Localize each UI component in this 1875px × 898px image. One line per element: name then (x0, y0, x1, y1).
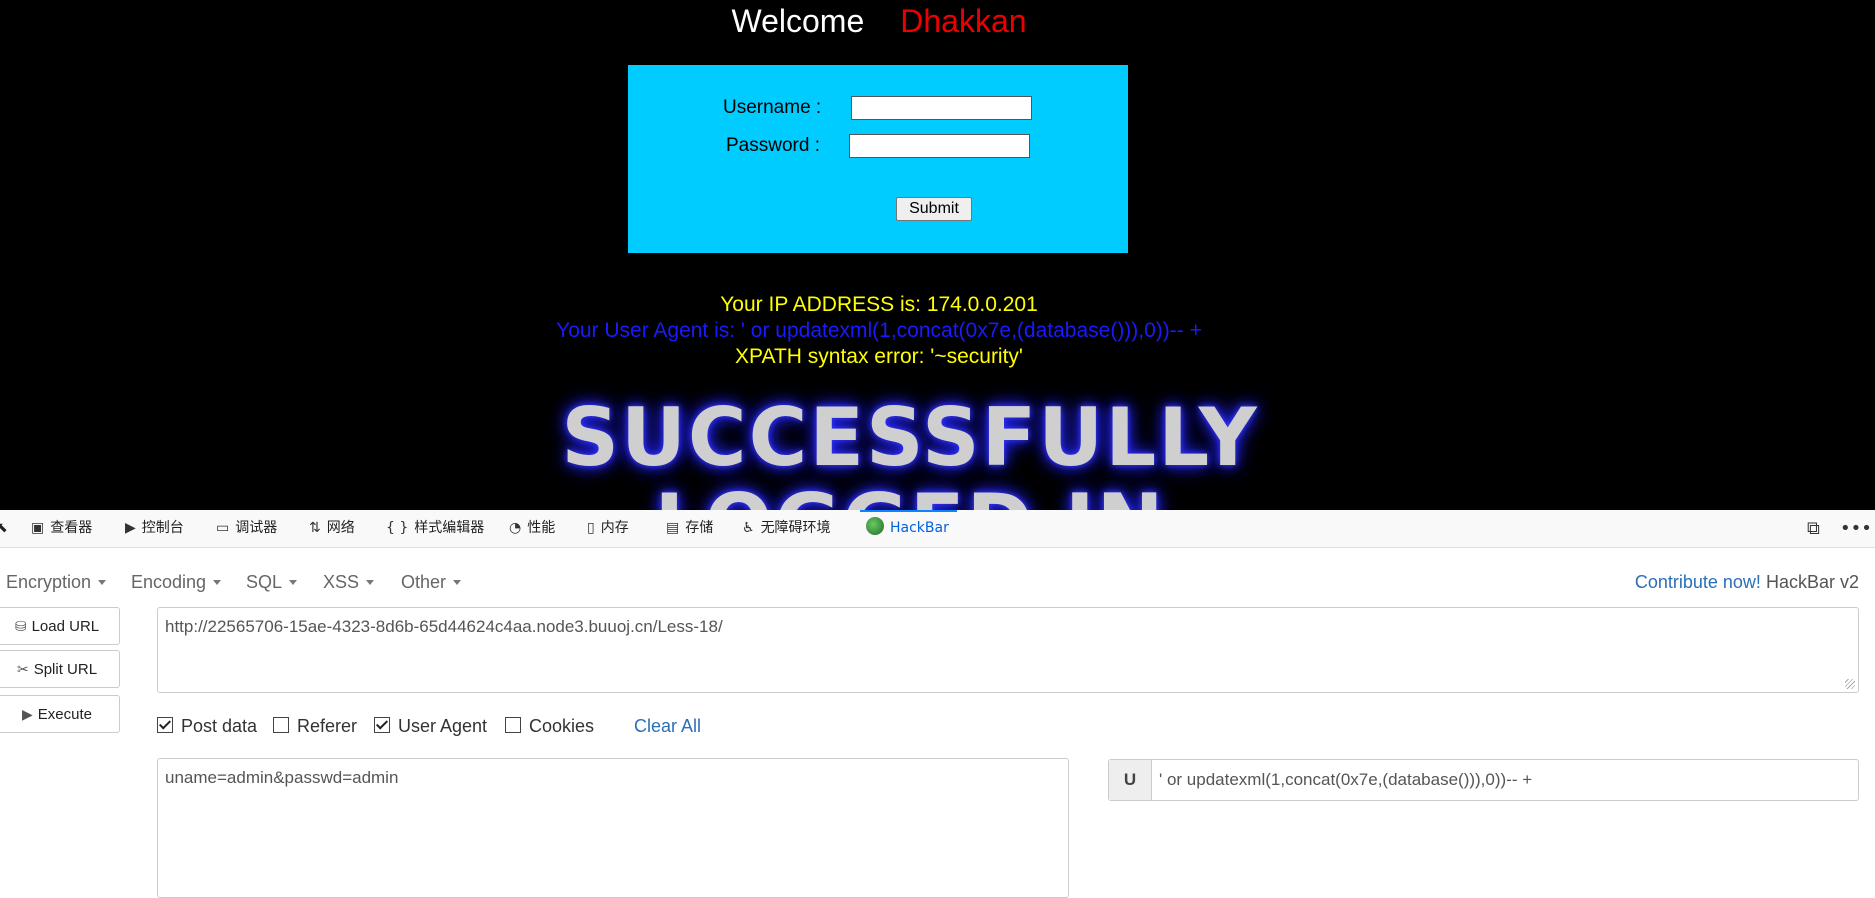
referer-checkbox[interactable]: Referer (273, 716, 357, 737)
performance-icon: ◔ (509, 520, 522, 536)
webpage-viewport: Welcome Dhakkan Username : Password : Sub… (0, 0, 1875, 510)
menu-encryption[interactable]: Encryption (6, 572, 107, 593)
user-agent-prefix: U (1109, 760, 1152, 800)
checkbox-unchecked-icon[interactable] (505, 717, 521, 733)
network-icon: ⇅ (309, 520, 321, 536)
menu-label: XSS (323, 572, 360, 592)
button-label: Execute (37, 706, 92, 723)
username-input[interactable] (851, 96, 1032, 120)
tab-accessibility[interactable]: ♿ 无障碍环境 (742, 510, 831, 547)
url-textarea[interactable]: http://22565706-15ae-4323-8d6b-65d44624c… (157, 607, 1859, 693)
play-icon: ▶ (22, 706, 33, 722)
execute-button[interactable]: ▶ Execute (0, 695, 120, 733)
post-data-checkbox[interactable]: Post data (157, 716, 257, 737)
welcome-text: Welcome (731, 3, 865, 39)
tab-storage[interactable]: ▤ 存储 (666, 510, 713, 547)
tab-label: 存储 (685, 520, 714, 536)
tab-label: 内存 (600, 520, 629, 536)
tab-hackbar[interactable]: HackBar (860, 510, 957, 547)
caret-down-icon (213, 580, 222, 585)
tab-label: 调试器 (235, 520, 278, 536)
split-url-button[interactable]: ✂ Split URL (0, 650, 120, 688)
welcome-heading: Welcome Dhakkan (0, 0, 1758, 42)
accessibility-icon: ♿ (742, 520, 755, 536)
password-input[interactable] (849, 134, 1030, 158)
resize-grip-icon[interactable] (1845, 679, 1855, 689)
tab-inspector[interactable]: ▣ 查看器 (31, 510, 92, 547)
contribute-area: Contribute now! HackBar v2 (1635, 572, 1859, 593)
tab-network[interactable]: ⇅ 网络 (309, 510, 355, 547)
menu-sql[interactable]: SQL (246, 572, 298, 593)
style-editor-icon: { } (386, 520, 409, 536)
checkbox-label: User Agent (398, 716, 488, 736)
debugger-icon: ▭ (216, 520, 230, 536)
tab-performance[interactable]: ◔ 性能 (509, 510, 555, 547)
url-value: http://22565706-15ae-4323-8d6b-65d44624c… (165, 617, 723, 636)
button-label: Load URL (31, 618, 100, 635)
checkbox-label: Referer (297, 716, 358, 736)
submit-button[interactable]: Submit (896, 197, 972, 221)
devtools-tabbar: ⬉ ▣ 查看器 ▶ 控制台 ▭ 调试器 ⇅ 网络 { } 样式编辑器 ◔ 性能 ▯ 内存 ▤ 存… (0, 510, 1875, 548)
post-data-value: uname=admin&passwd=admin (165, 768, 399, 787)
menu-other[interactable]: Other (401, 572, 462, 593)
caret-down-icon (289, 580, 298, 585)
caret-down-icon (98, 580, 107, 585)
tab-label: 控制台 (141, 520, 184, 536)
tab-label: 网络 (326, 520, 355, 536)
more-options-icon[interactable]: ••• (1840, 510, 1872, 547)
tab-label: 无障碍环境 (760, 520, 831, 536)
banner-line-1: SUCCESSFULLY (561, 391, 1259, 484)
button-label: Split URL (33, 661, 98, 678)
clear-all-link[interactable]: Clear All (634, 716, 701, 737)
console-icon: ▶ (125, 520, 136, 536)
banner-line-2: LOGGED IN (520, 481, 1300, 511)
cookies-checkbox[interactable]: Cookies (505, 716, 594, 737)
tab-console[interactable]: ▶ 控制台 (125, 510, 184, 547)
tab-memory[interactable]: ▯ 内存 (587, 510, 629, 547)
load-url-icon: ⛁ (14, 618, 27, 634)
storage-icon: ▤ (666, 520, 680, 536)
success-banner: SUCCESSFULLY LOGGED IN (520, 391, 1300, 511)
tab-label: 性能 (527, 520, 556, 536)
element-picker-icon[interactable]: ⬉ (0, 510, 8, 547)
xpath-error-text: XPATH syntax error: '~security' (735, 345, 1023, 368)
menu-label: Other (401, 572, 447, 592)
contribute-link[interactable]: Contribute now! (1635, 572, 1761, 592)
memory-icon: ▯ (587, 520, 595, 536)
menu-label: Encoding (131, 572, 207, 592)
tab-debugger[interactable]: ▭ 调试器 (216, 510, 277, 547)
menu-label: SQL (246, 572, 283, 592)
user-agent-input[interactable]: ' or updatexml(1,concat(0x7e,(database()… (1159, 760, 1532, 800)
checkbox-label: Cookies (529, 716, 595, 736)
checkbox-checked-icon[interactable] (374, 717, 390, 733)
hackbar-version: HackBar v2 (1765, 572, 1859, 592)
login-form: Username : Password : Submit (628, 65, 1128, 253)
caret-down-icon (453, 580, 462, 585)
checkbox-label: Post data (181, 716, 258, 736)
checkbox-checked-icon[interactable] (157, 717, 173, 733)
inspector-icon: ▣ (31, 520, 45, 536)
scissors-icon: ✂ (16, 661, 29, 677)
dock-layout-icon[interactable]: ⧉ (1807, 510, 1820, 547)
checkbox-unchecked-icon[interactable] (273, 717, 289, 733)
tab-style-editor[interactable]: { } 样式编辑器 (386, 510, 484, 547)
username-label: Username : (723, 97, 822, 118)
user-agent-text: Your User Agent is: ' or updatexml(1,con… (556, 319, 1202, 342)
welcome-user: Dhakkan (900, 3, 1027, 39)
menu-xss[interactable]: XSS (323, 572, 375, 593)
tab-label: 样式编辑器 (414, 520, 485, 536)
user-agent-checkbox[interactable]: User Agent (374, 716, 487, 737)
load-url-button[interactable]: ⛁ Load URL (0, 607, 120, 645)
tab-label: 查看器 (50, 520, 93, 536)
user-agent-field: U ' or updatexml(1,concat(0x7e,(database… (1108, 759, 1859, 801)
post-data-textarea[interactable]: uname=admin&passwd=admin (157, 758, 1069, 898)
caret-down-icon (366, 580, 375, 585)
menu-encoding[interactable]: Encoding (131, 572, 222, 593)
password-label: Password : (726, 135, 820, 156)
tab-label: HackBar (890, 520, 949, 536)
menu-label: Encryption (6, 572, 92, 592)
hackbar-icon (866, 517, 884, 535)
ip-address-text: Your IP ADDRESS is: 174.0.0.201 (720, 293, 1038, 316)
